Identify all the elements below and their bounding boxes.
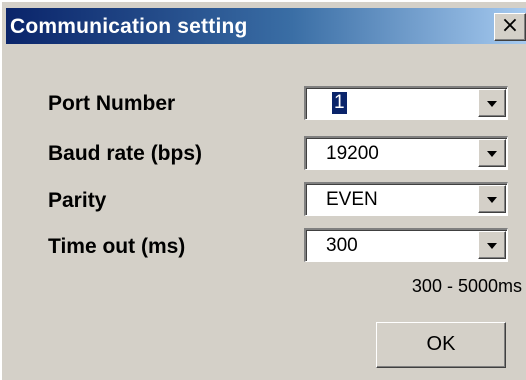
baud-rate-label: Baud rate (bps) [48, 142, 203, 165]
dialog-title: Communication setting [10, 15, 248, 38]
port-number-label: Port Number [48, 92, 176, 115]
parity-value: EVEN [326, 189, 378, 210]
ok-button[interactable]: OK [376, 322, 506, 368]
baud-rate-select[interactable]: 19200 [304, 136, 508, 170]
chevron-down-icon[interactable] [478, 89, 506, 117]
port-number-value: 1 [332, 92, 347, 114]
communication-setting-dialog: Communication setting × Port Number 1 Ba… [0, 0, 526, 380]
parity-select[interactable]: EVEN [304, 182, 508, 216]
port-number-select[interactable]: 1 [304, 86, 508, 120]
parity-label: Parity [48, 189, 107, 212]
close-button[interactable]: × [494, 13, 526, 41]
chevron-down-icon[interactable] [478, 231, 506, 259]
close-icon: × [500, 13, 520, 38]
chevron-down-icon[interactable] [478, 185, 506, 213]
baud-rate-value: 19200 [326, 143, 379, 164]
timeout-range-hint: 300 - 5000ms [411, 276, 522, 296]
timeout-select[interactable]: 300 [304, 228, 508, 262]
timeout-value: 300 [326, 235, 358, 256]
timeout-label: Time out (ms) [48, 235, 186, 258]
title-bar[interactable]: Communication setting × [6, 8, 526, 44]
chevron-down-icon[interactable] [478, 139, 506, 167]
